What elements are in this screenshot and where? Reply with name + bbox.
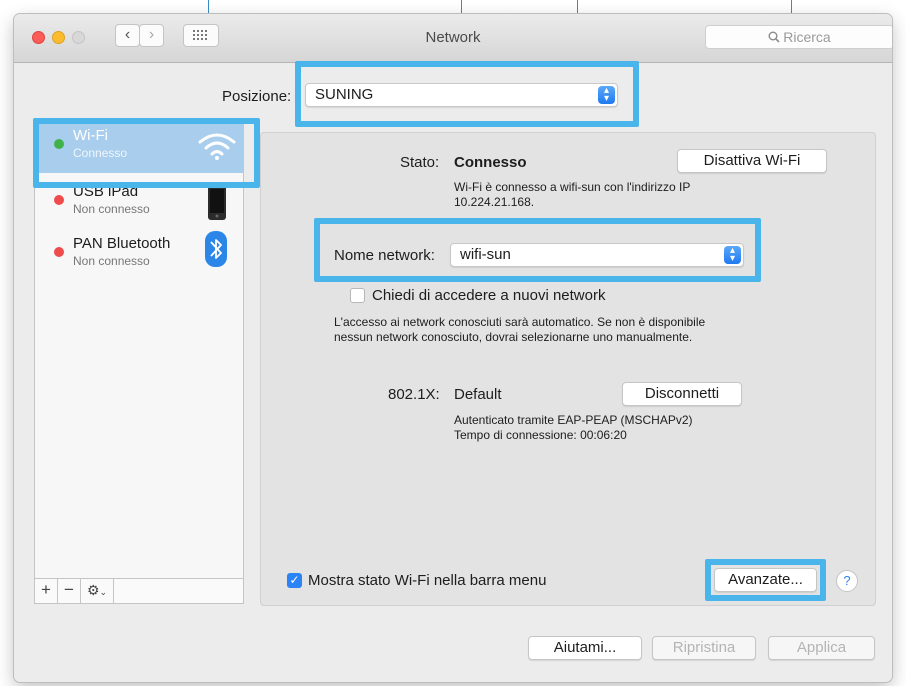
service-status: Non connesso <box>73 202 150 216</box>
highlight-network-name <box>314 218 761 282</box>
add-service-button[interactable]: + <box>35 579 58 603</box>
dot1x-value: Default <box>454 386 502 403</box>
show-wifi-status-label: Mostra stato Wi-Fi nella barra menu <box>308 572 547 589</box>
help-icon: ? <box>843 573 851 588</box>
title-bar: ‹ › Network Ricerca <box>14 14 892 63</box>
services-toolbar: + − ⚙⌄ <box>34 578 244 604</box>
search-placeholder: Ricerca <box>783 29 831 45</box>
status-value: Connesso <box>454 154 527 171</box>
status-label: Stato: <box>400 154 440 171</box>
detail-panel <box>260 132 876 606</box>
status-dot <box>54 195 64 205</box>
assist-me-button[interactable]: Aiutami... <box>528 636 642 660</box>
ask-join-description-line2: nessun network conosciuto, dovrai selezi… <box>334 330 693 344</box>
actions-gear-button[interactable]: ⚙⌄ <box>81 579 114 603</box>
turn-off-wifi-button[interactable]: Disattiva Wi-Fi <box>677 149 827 173</box>
help-button[interactable]: ? <box>836 570 858 592</box>
apply-button[interactable]: Applica <box>768 636 875 660</box>
service-status: Non connesso <box>73 254 150 268</box>
magnifier-icon <box>768 31 780 43</box>
connection-time: Tempo di connessione: 00:06:20 <box>454 428 627 442</box>
service-name: PAN Bluetooth <box>73 235 171 252</box>
revert-button[interactable]: Ripristina <box>652 636 756 660</box>
disconnect-button[interactable]: Disconnetti <box>622 382 742 406</box>
status-description-line1: Wi-Fi è connesso a wifi-sun con l'indiri… <box>454 180 691 194</box>
ask-join-label: Chiedi di accedere a nuovi network <box>372 287 606 304</box>
highlight-wifi-service <box>33 118 260 188</box>
search-field[interactable]: Ricerca <box>705 25 892 49</box>
ask-join-checkbox[interactable] <box>350 288 365 303</box>
auth-description: Autenticato tramite EAP-PEAP (MSCHAPv2) <box>454 413 693 427</box>
bluetooth-icon <box>205 231 227 267</box>
dot1x-label: 802.1X: <box>388 386 440 403</box>
gear-icon: ⚙ <box>86 582 100 598</box>
service-item-pan-bluetooth[interactable]: PAN Bluetooth Non connesso <box>35 227 243 279</box>
ipad-icon <box>208 184 226 220</box>
network-services-list[interactable]: Wi-Fi Connesso USB iPad Non connesso PAN… <box>34 118 244 604</box>
location-label: Posizione: <box>222 88 292 105</box>
status-dot <box>54 247 64 257</box>
ask-join-description-line1: L'accesso ai network conosciuti sarà aut… <box>334 315 706 329</box>
highlight-location <box>295 61 639 127</box>
show-wifi-status-checkbox[interactable]: ✓ <box>287 573 302 588</box>
chevron-down-icon: ⌄ <box>99 587 108 597</box>
highlight-advanced-button <box>705 559 826 601</box>
remove-service-button[interactable]: − <box>58 579 81 603</box>
status-description-line2: 10.224.21.168. <box>454 195 535 209</box>
